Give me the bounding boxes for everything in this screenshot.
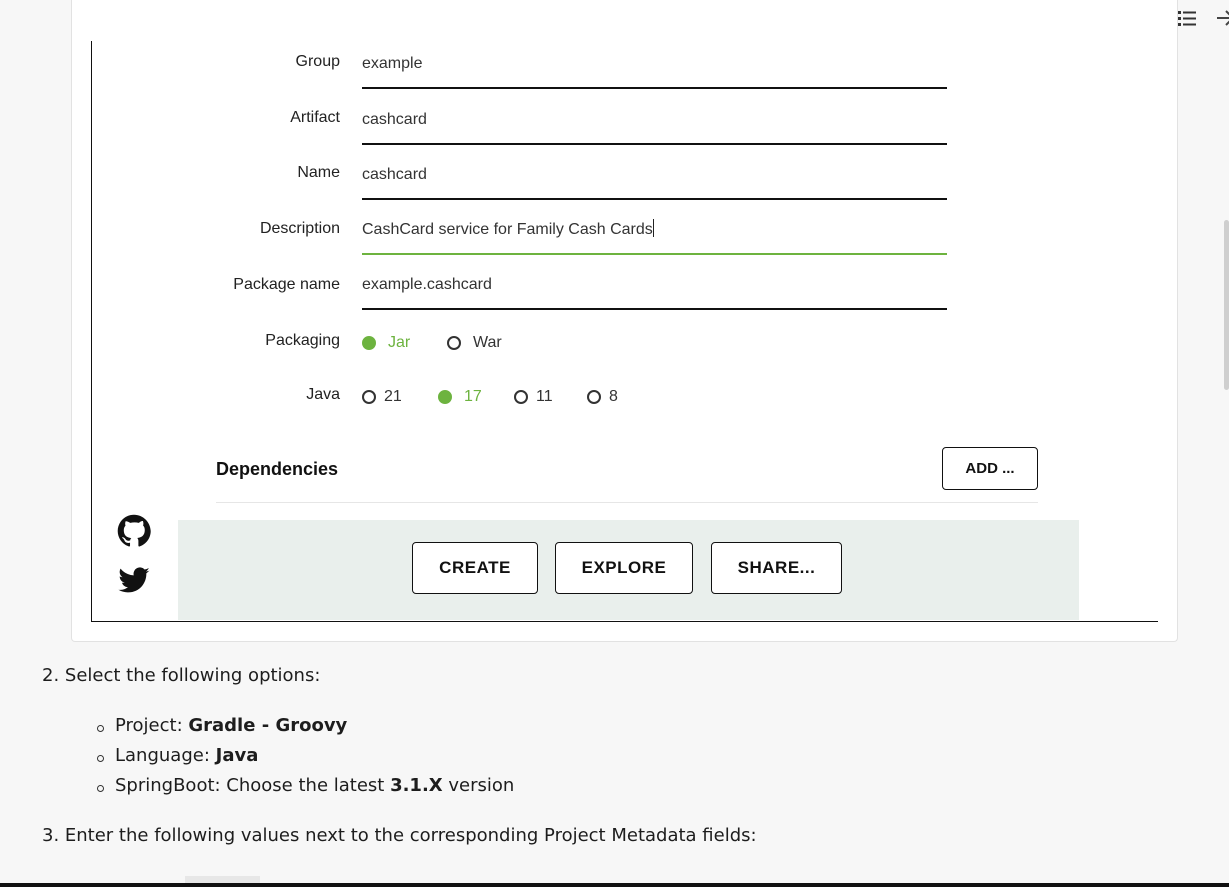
java-17-label: 17 [464, 388, 482, 405]
java-21-radio[interactable]: 21 [362, 388, 402, 406]
text-caret [652, 219, 654, 237]
jar-label: Jar [388, 334, 411, 351]
twitter-icon[interactable] [117, 564, 151, 598]
item-text: Language: [115, 745, 216, 766]
list-icon[interactable] [1175, 6, 1199, 30]
package-name-label: Package name [233, 276, 340, 293]
radio-selected-icon [438, 390, 452, 404]
add-dependencies-button[interactable]: ADD ... [942, 447, 1038, 490]
bottom-edge [0, 883, 1229, 887]
artifact-field[interactable]: cashcard [362, 109, 947, 145]
item-text: Project: [115, 715, 189, 736]
group-field[interactable]: example [362, 53, 947, 89]
item-bold: Java [215, 745, 259, 766]
item-suffix: version [442, 775, 515, 796]
java-11-label: 11 [536, 388, 553, 405]
artifact-label: Artifact [290, 109, 340, 126]
java-8-label: 8 [609, 388, 618, 405]
item-bold: 3.1.X [390, 775, 443, 796]
github-icon[interactable] [117, 514, 151, 548]
war-label: War [473, 334, 502, 351]
description-label: Description [259, 220, 340, 237]
code-snippet-peek [185, 876, 260, 883]
step-2-text: 2. Select the following options: [42, 665, 321, 686]
item-bold: Gradle - Groovy [188, 715, 348, 736]
java-label: Java [306, 386, 340, 403]
step-3-text: 3. Enter the following values next to th… [42, 825, 757, 846]
packaging-label: Packaging [265, 332, 340, 349]
radio-empty-icon [447, 336, 461, 350]
dependencies-title: Dependencies [216, 459, 339, 479]
item-text: SpringBoot: Choose the latest [115, 775, 391, 796]
name-field[interactable]: cashcard [362, 164, 947, 200]
scrollbar[interactable] [1224, 220, 1229, 390]
create-button[interactable]: CREATE [412, 542, 538, 594]
package-name-field[interactable]: example.cashcard [362, 274, 947, 310]
radio-empty-icon [587, 390, 601, 404]
java-11-radio[interactable]: 11 [514, 388, 553, 406]
list-item: Language: Java [97, 745, 258, 766]
radio-empty-icon [362, 390, 376, 404]
java-8-radio[interactable]: 8 [587, 388, 618, 406]
description-field[interactable]: CashCard service for Family Cash Cards [362, 219, 947, 255]
description-value: CashCard service for Family Cash Cards [362, 221, 653, 238]
group-label: Group [295, 53, 340, 70]
java-21-label: 21 [384, 388, 402, 405]
radio-empty-icon [514, 390, 528, 404]
packaging-jar-radio[interactable]: Jar [362, 334, 410, 352]
name-label: Name [297, 164, 340, 181]
packaging-war-radio[interactable]: War [447, 334, 502, 352]
java-17-radio[interactable]: 17 [438, 388, 482, 406]
divider [216, 502, 1038, 503]
list-item: SpringBoot: Choose the latest 3.1.X vers… [97, 775, 514, 796]
list-item: Project: Gradle - Groovy [97, 715, 347, 736]
arrow-right-icon[interactable] [1213, 6, 1229, 30]
explore-button[interactable]: EXPLORE [555, 542, 693, 594]
share-button[interactable]: SHARE... [711, 542, 842, 594]
radio-selected-icon [362, 336, 376, 350]
